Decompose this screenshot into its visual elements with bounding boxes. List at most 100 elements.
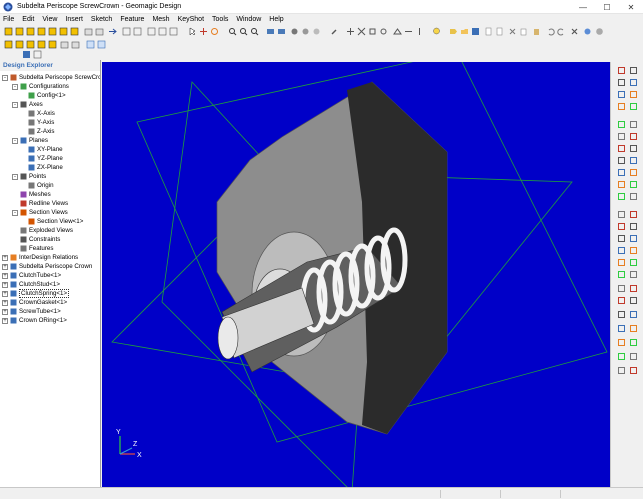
tree-expander[interactable]: +: [2, 308, 8, 315]
tool-icon[interactable]: [617, 222, 626, 231]
tree-item[interactable]: Features: [20, 244, 53, 253]
tree-item[interactable]: ClutchStud<1>: [10, 280, 60, 289]
box-icon[interactable]: [84, 27, 93, 36]
tool-icon[interactable]: [617, 234, 626, 243]
tree-item[interactable]: YZ-Plane: [28, 154, 63, 163]
view-cube-icon[interactable]: [4, 40, 13, 49]
minimize-button[interactable]: —: [571, 0, 595, 14]
tool-icon[interactable]: [629, 132, 638, 141]
paste-icon[interactable]: [532, 27, 541, 36]
tree-expander[interactable]: -: [2, 74, 8, 81]
pan-icon[interactable]: [199, 27, 208, 36]
tool-icon[interactable]: [617, 352, 626, 361]
tree-expander[interactable]: +: [2, 299, 8, 306]
tree-expander[interactable]: +: [2, 263, 8, 270]
tree-expander[interactable]: -: [12, 173, 18, 180]
tree-item[interactable]: ScrewTube<1>: [10, 307, 61, 316]
tool-icon[interactable]: [379, 27, 388, 36]
display-mode-icon[interactable]: [277, 27, 286, 36]
tool-icon[interactable]: [617, 310, 626, 319]
menu-sketch[interactable]: Sketch: [91, 16, 112, 23]
grid-icon[interactable]: [169, 27, 178, 36]
tool-icon[interactable]: [629, 144, 638, 153]
tree-expander[interactable]: +: [2, 290, 8, 297]
menu-keyshot[interactable]: KeyShot: [178, 16, 204, 23]
tool-icon[interactable]: [617, 210, 626, 219]
tool-icon[interactable]: [629, 258, 638, 267]
tool-icon[interactable]: [629, 66, 638, 75]
tool-icon[interactable]: [617, 258, 626, 267]
grid-icon[interactable]: [147, 27, 156, 36]
view-cube-icon[interactable]: [37, 27, 46, 36]
tree-item[interactable]: CrownGasket<1>: [10, 298, 67, 307]
view-mode-icon[interactable]: [97, 40, 106, 49]
tree-item[interactable]: Subdelta Periscope ScrewCro: [10, 73, 100, 82]
view-cube-icon[interactable]: [37, 40, 46, 49]
shaded-icon[interactable]: [301, 27, 310, 36]
tree-expander[interactable]: -: [12, 209, 18, 216]
view-cube-icon[interactable]: [26, 40, 35, 49]
tag-icon[interactable]: [449, 27, 458, 36]
tree-item[interactable]: Y-Axis: [28, 118, 54, 127]
tool-icon[interactable]: [629, 338, 638, 347]
balloon-icon[interactable]: [432, 27, 441, 36]
tree-item[interactable]: Origin: [28, 181, 54, 190]
copy-icon[interactable]: [520, 27, 529, 36]
tree-item[interactable]: Crown ORing<1>: [10, 316, 67, 325]
tool-icon[interactable]: [629, 102, 638, 111]
tree-item[interactable]: Meshes: [20, 190, 51, 199]
tree-item[interactable]: ZX-Plane: [28, 163, 63, 172]
tool-icon[interactable]: [617, 284, 626, 293]
tool-icon[interactable]: [629, 192, 638, 201]
select-cursor-icon[interactable]: [188, 27, 197, 36]
arrow-icon[interactable]: [108, 27, 117, 36]
view-cube-icon[interactable]: [26, 27, 35, 36]
cut-icon[interactable]: [508, 27, 517, 36]
tree-item[interactable]: ClutchTube<1>: [10, 271, 61, 280]
tree-item[interactable]: Section Views: [20, 208, 68, 217]
tree-item[interactable]: X-Axis: [28, 109, 55, 118]
delete-icon[interactable]: [570, 27, 579, 36]
tool-icon[interactable]: [617, 338, 626, 347]
tool-icon[interactable]: [629, 222, 638, 231]
tool-icon[interactable]: [617, 90, 626, 99]
zoom-icon[interactable]: [239, 27, 248, 36]
tree-expander[interactable]: +: [2, 272, 8, 279]
tree-item[interactable]: Configurations: [20, 82, 69, 91]
wrench-icon[interactable]: [330, 27, 339, 36]
grid-icon[interactable]: [33, 50, 42, 59]
view-cube-icon[interactable]: [59, 27, 68, 36]
tool-icon[interactable]: [617, 270, 626, 279]
tool-icon[interactable]: [393, 27, 402, 36]
tool-icon[interactable]: [357, 27, 366, 36]
zoom-icon[interactable]: [250, 27, 259, 36]
menu-file[interactable]: File: [3, 16, 14, 23]
document-icon[interactable]: [484, 27, 493, 36]
menu-help[interactable]: Help: [269, 16, 283, 23]
tool-icon[interactable]: [629, 210, 638, 219]
tool-icon[interactable]: [617, 78, 626, 87]
tool-icon[interactable]: [617, 102, 626, 111]
tree-expander[interactable]: +: [2, 254, 8, 261]
tree-expander[interactable]: -: [12, 137, 18, 144]
tool-icon[interactable]: [617, 246, 626, 255]
tool-icon[interactable]: [617, 324, 626, 333]
zoom-icon[interactable]: [228, 27, 237, 36]
tool-icon[interactable]: [629, 78, 638, 87]
help-icon[interactable]: [595, 27, 604, 36]
model-canvas[interactable]: Y X Z: [102, 62, 610, 487]
tree-item[interactable]: Constraints: [20, 235, 60, 244]
tool-icon[interactable]: [346, 27, 355, 36]
tool-icon[interactable]: [629, 366, 638, 375]
tool-icon[interactable]: [617, 366, 626, 375]
tree-item[interactable]: Z-Axis: [28, 127, 55, 136]
tool-icon[interactable]: [617, 296, 626, 305]
document-icon[interactable]: [495, 27, 504, 36]
tool-icon[interactable]: [629, 310, 638, 319]
tree-item[interactable]: Planes: [20, 136, 48, 145]
save-icon[interactable]: [22, 50, 31, 59]
tool-icon[interactable]: [629, 284, 638, 293]
folder-icon[interactable]: [460, 27, 469, 36]
tool-icon[interactable]: [629, 352, 638, 361]
view-cube-icon[interactable]: [4, 27, 13, 36]
